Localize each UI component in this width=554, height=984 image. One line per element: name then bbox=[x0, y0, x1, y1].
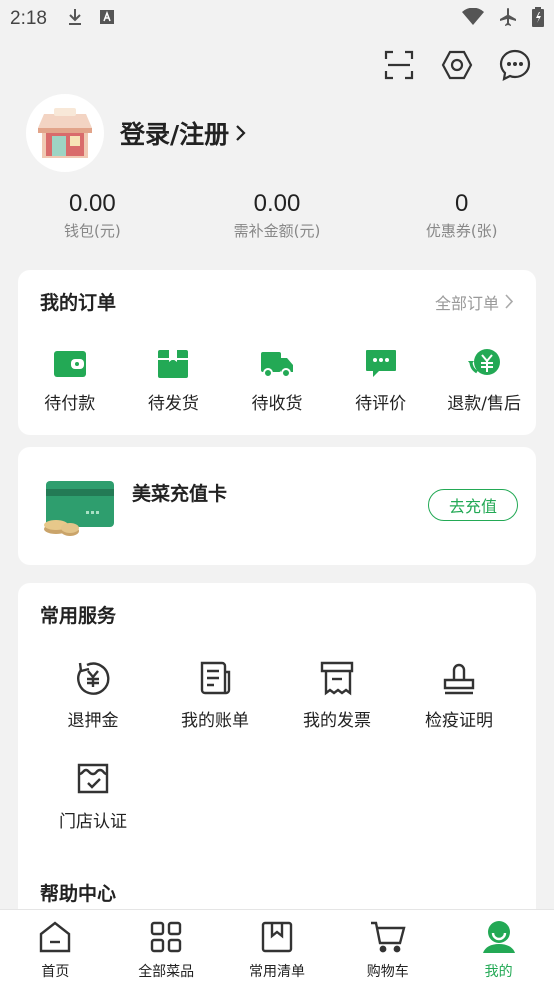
stat-value: 0.00 bbox=[253, 190, 301, 217]
wifi-icon bbox=[462, 7, 484, 30]
order-label: 待付款 bbox=[44, 394, 96, 414]
recharge-card-title: 美菜充值卡 bbox=[132, 483, 228, 505]
service-my-invoice[interactable]: 我的发票 bbox=[276, 660, 398, 731]
nav-mine[interactable]: 我的 bbox=[443, 910, 554, 984]
order-pending-shipment[interactable]: 待发货 bbox=[122, 347, 226, 414]
nav-label: 首页 bbox=[41, 964, 70, 980]
stat-label: 钱包(元) bbox=[63, 222, 121, 240]
stat-label: 需补金额(元) bbox=[233, 222, 321, 240]
service-store-verification[interactable]: 门店认证 bbox=[32, 761, 154, 832]
order-refund-aftersale[interactable]: 退款/售后 bbox=[432, 347, 536, 414]
profile-section[interactable]: 登录/注册 bbox=[26, 94, 247, 172]
service-label: 检疫证明 bbox=[425, 711, 493, 731]
bookmark-icon bbox=[259, 919, 295, 955]
nav-label: 全部菜品 bbox=[138, 964, 195, 980]
service-label: 我的发票 bbox=[303, 711, 371, 731]
recharge-card[interactable]: 美菜充值卡 去充值 bbox=[18, 447, 536, 565]
stat-coupons[interactable]: 0 优惠券(张) bbox=[369, 190, 554, 241]
nav-label: 购物车 bbox=[366, 964, 409, 980]
service-deposit-refund[interactable]: 退押金 bbox=[32, 660, 154, 731]
nav-label: 常用清单 bbox=[248, 964, 305, 980]
orders-title: 我的订单 bbox=[40, 292, 117, 314]
settings-icon[interactable] bbox=[440, 48, 474, 82]
help-center-title: 帮助中心 bbox=[40, 883, 117, 905]
service-label: 退押金 bbox=[67, 711, 119, 731]
service-label: 我的账单 bbox=[181, 711, 249, 731]
order-pending-receipt[interactable]: 待收货 bbox=[225, 347, 329, 414]
profile-icon bbox=[481, 919, 517, 955]
nav-home[interactable]: 首页 bbox=[0, 910, 111, 984]
chevron-right-icon bbox=[236, 125, 246, 141]
deposit-refund-icon bbox=[75, 660, 111, 696]
stamp-icon bbox=[441, 660, 477, 696]
login-label: 登录/注册 bbox=[120, 120, 230, 149]
home-icon bbox=[37, 919, 73, 955]
cart-icon bbox=[370, 919, 406, 955]
stat-label: 优惠券(张) bbox=[425, 222, 498, 240]
nav-label: 我的 bbox=[484, 964, 513, 980]
all-orders-label: 全部订单 bbox=[434, 293, 499, 313]
store-verify-icon bbox=[75, 761, 111, 797]
stat-value: 0 bbox=[455, 190, 469, 217]
recharge-button[interactable]: 去充值 bbox=[428, 489, 518, 521]
order-label: 待评价 bbox=[355, 394, 407, 414]
login-register-link[interactable]: 登录/注册 bbox=[120, 115, 247, 151]
bottom-nav: 首页 全部菜品 常用清单 购物车 我的 bbox=[0, 909, 554, 984]
service-label: 门店认证 bbox=[59, 812, 127, 832]
message-icon[interactable] bbox=[498, 48, 532, 82]
order-label: 退款/售后 bbox=[447, 394, 522, 414]
package-icon bbox=[156, 347, 190, 381]
stat-supplement[interactable]: 0.00 需补金额(元) bbox=[185, 190, 370, 241]
status-bar: 2:18 bbox=[0, 0, 554, 38]
service-quarantine-cert[interactable]: 检疫证明 bbox=[398, 660, 520, 731]
nav-common-list[interactable]: 常用清单 bbox=[222, 910, 333, 984]
scan-icon[interactable] bbox=[382, 48, 416, 82]
orders-card: 我的订单 全部订单 待付款 待发货 待收货 待评价 退款/售后 bbox=[18, 270, 536, 435]
order-label: 待发货 bbox=[147, 394, 199, 414]
nav-cart[interactable]: 购物车 bbox=[332, 910, 443, 984]
refund-icon bbox=[467, 347, 501, 381]
status-time: 2:18 bbox=[10, 8, 47, 29]
keyboard-a-icon bbox=[99, 9, 115, 29]
airplane-icon bbox=[498, 7, 518, 31]
services-card: 常用服务 退押金 我的账单 我的发票 检疫证明 门店认证 帮助中心 bbox=[18, 583, 536, 923]
stat-wallet[interactable]: 0.00 钱包(元) bbox=[0, 190, 185, 241]
account-stats: 0.00 钱包(元) 0.00 需补金额(元) 0 优惠券(张) bbox=[0, 190, 554, 241]
service-my-bill[interactable]: 我的账单 bbox=[154, 660, 276, 731]
avatar[interactable] bbox=[26, 94, 104, 172]
nav-all-dishes[interactable]: 全部菜品 bbox=[111, 910, 222, 984]
order-pending-payment[interactable]: 待付款 bbox=[18, 347, 122, 414]
bill-icon bbox=[197, 660, 233, 696]
stat-value: 0.00 bbox=[68, 190, 116, 217]
top-actions bbox=[382, 48, 532, 82]
battery-icon bbox=[532, 7, 544, 31]
services-title: 常用服务 bbox=[40, 605, 117, 627]
recharge-card-image bbox=[42, 479, 118, 541]
download-icon bbox=[67, 8, 83, 30]
all-orders-link[interactable]: 全部订单 bbox=[435, 290, 514, 314]
chevron-right-icon bbox=[505, 294, 514, 309]
invoice-icon bbox=[319, 660, 355, 696]
wallet-icon bbox=[53, 347, 87, 381]
order-label: 待收货 bbox=[251, 394, 303, 414]
comment-icon bbox=[364, 347, 398, 381]
order-pending-review[interactable]: 待评价 bbox=[329, 347, 433, 414]
grid-icon bbox=[148, 919, 184, 955]
truck-icon bbox=[260, 347, 294, 381]
